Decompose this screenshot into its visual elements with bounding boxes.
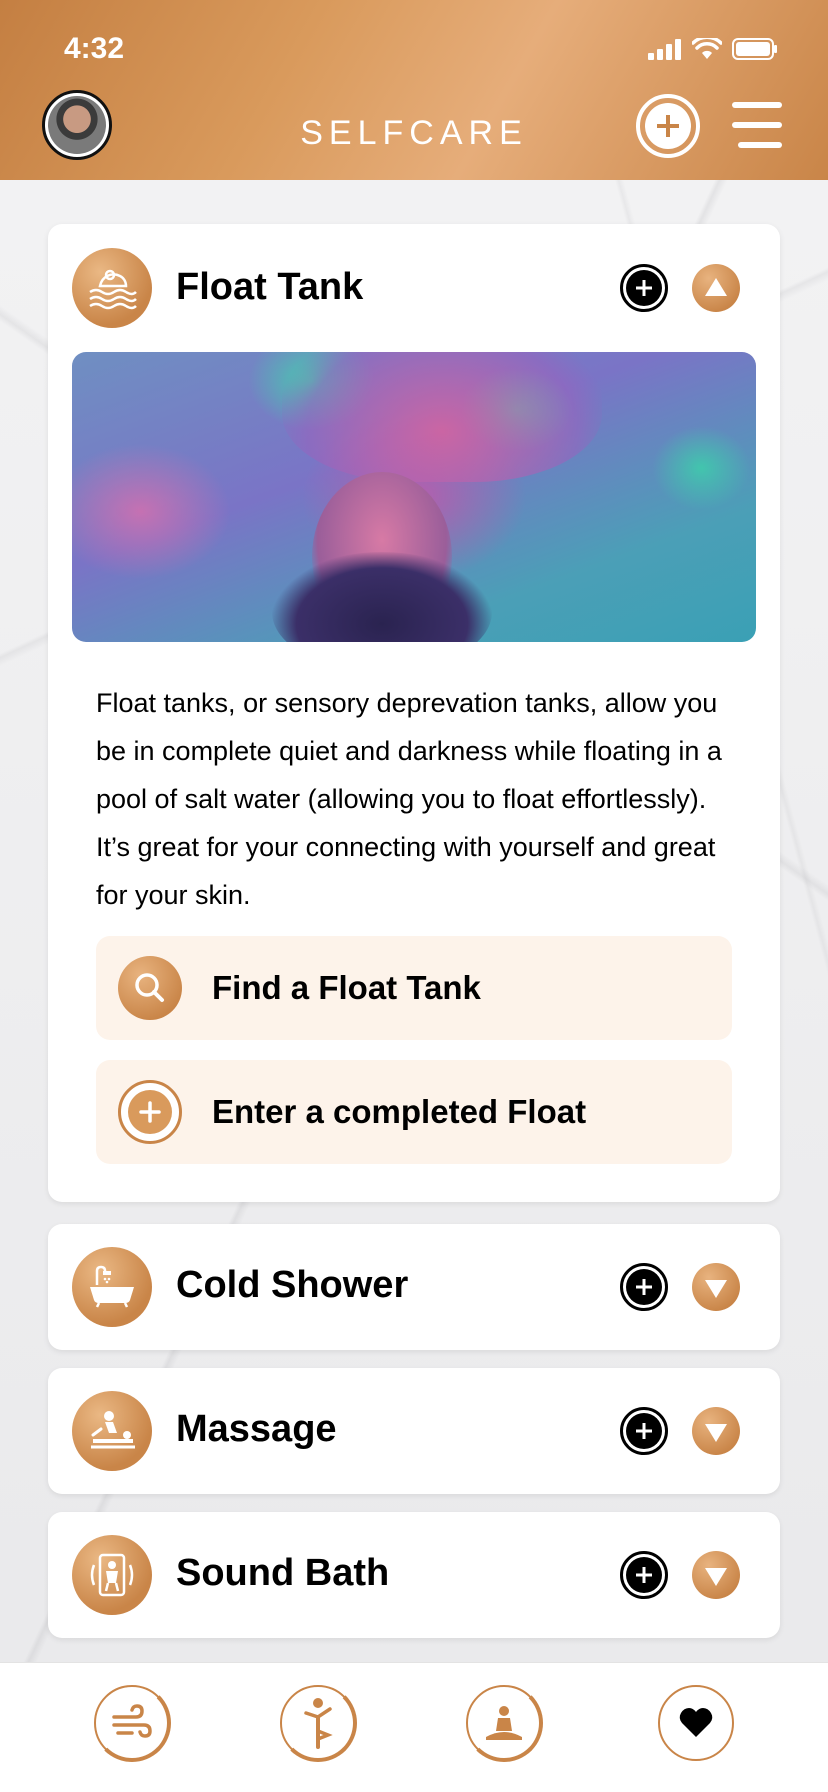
nav-selfcare-button[interactable] (658, 1685, 734, 1761)
expand-button[interactable] (692, 1407, 740, 1455)
header-add-button[interactable] (636, 94, 700, 158)
chevron-down-icon (705, 1567, 727, 1586)
plus-icon (626, 1413, 662, 1449)
collapse-button[interactable] (692, 264, 740, 312)
chevron-down-icon (705, 1279, 727, 1298)
add-entry-button[interactable] (620, 1407, 668, 1455)
massage-icon (72, 1391, 152, 1471)
nav-yoga-button[interactable] (279, 1684, 357, 1762)
app-header: 4:32 SELFCARE (0, 0, 828, 180)
card-title: Massage (176, 1408, 337, 1450)
add-entry-button[interactable] (620, 264, 668, 312)
massage-card[interactable]: Massage (48, 1368, 780, 1494)
card-title: Cold Shower (176, 1264, 409, 1306)
menu-icon[interactable] (730, 100, 786, 150)
expand-button[interactable] (692, 1551, 740, 1599)
status-time: 4:32 (64, 32, 125, 65)
sound-bath-icon (72, 1535, 152, 1615)
action-label: Find a Float Tank (212, 969, 481, 1006)
wifi-icon (692, 38, 722, 59)
app-title: SELFCARE (300, 114, 528, 152)
plus-icon (645, 103, 691, 149)
expand-button[interactable] (692, 1263, 740, 1311)
status-icons (648, 38, 778, 60)
float-tank-image (72, 352, 756, 642)
add-entry-button[interactable] (620, 1263, 668, 1311)
add-entry-button[interactable] (620, 1551, 668, 1599)
add-icon (118, 1080, 182, 1144)
sound-bath-card[interactable]: Sound Bath (48, 1512, 780, 1638)
action-label: Enter a completed Float (212, 1093, 587, 1130)
nav-meditate-button[interactable] (465, 1684, 543, 1762)
heart-icon (679, 1708, 713, 1737)
search-icon (118, 956, 182, 1020)
card-description: Float tanks, or sensory deprevation tank… (96, 688, 722, 910)
float-tank-icon (72, 248, 152, 328)
card-title: Float Tank (176, 266, 364, 308)
card-title: Sound Bath (176, 1552, 390, 1594)
float-tank-card: Float Tank Float tanks, or sensory depre… (48, 224, 780, 1202)
find-float-tank-button[interactable]: Find a Float Tank (96, 936, 732, 1040)
plus-icon (626, 270, 662, 306)
plus-icon (626, 1269, 662, 1305)
battery-icon (732, 38, 777, 60)
bottom-nav (0, 1662, 828, 1792)
cold-shower-card[interactable]: Cold Shower (48, 1224, 780, 1350)
signal-icon (648, 39, 681, 60)
nav-breathe-button[interactable] (93, 1684, 171, 1762)
bathtub-icon (72, 1247, 152, 1327)
plus-icon (626, 1557, 662, 1593)
chevron-down-icon (705, 1423, 727, 1442)
enter-completed-float-button[interactable]: Enter a completed Float (96, 1060, 732, 1164)
chevron-up-icon (705, 277, 727, 296)
